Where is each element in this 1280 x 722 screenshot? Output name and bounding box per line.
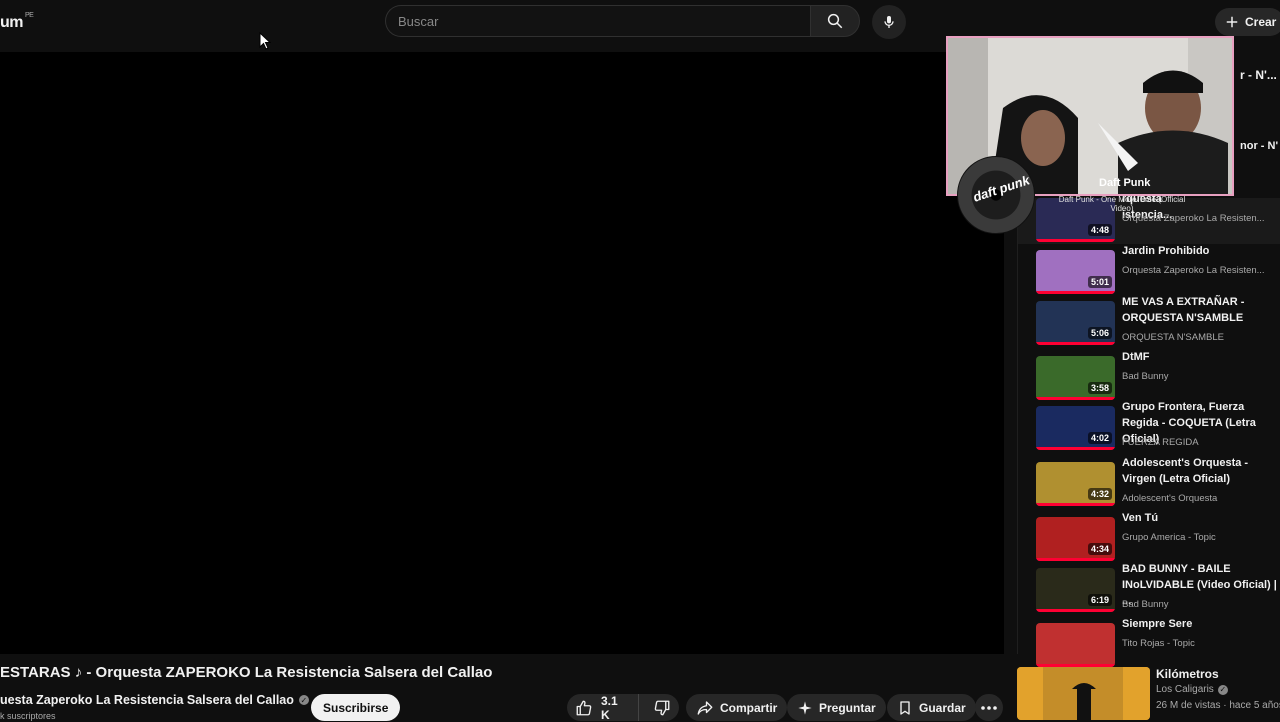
recommendation-channel: Grupo America - Topic xyxy=(1122,532,1216,543)
watch-progress-bar xyxy=(1036,291,1115,294)
recommendation-item[interactable]: 3:58 DtMF Bad Bunny xyxy=(1036,351,1280,402)
create-button[interactable]: Crear xyxy=(1215,8,1280,36)
logo-text: um xyxy=(0,14,24,31)
recommendation-item[interactable]: 6:19 BAD BUNNY - BAILE INoLVIDABLE (Video… xyxy=(1036,563,1280,614)
duration-badge: 5:06 xyxy=(1087,327,1112,339)
channel-name-text: uesta Zaperoko La Resistencia Salsera de… xyxy=(0,693,294,707)
recommendation-channel: Bad Bunny xyxy=(1122,599,1169,610)
save-label: Guardar xyxy=(919,700,966,715)
watch-progress-bar xyxy=(1036,503,1115,506)
video-player[interactable] xyxy=(0,52,1004,654)
next-video-channel-text: Los Caligaris xyxy=(1156,684,1214,695)
recommendation-channel: Bad Bunny xyxy=(1122,371,1169,382)
watch-progress-bar xyxy=(1036,558,1115,561)
recommendation-item[interactable]: 5:01 Jardin Prohibido Orquesta Zaperoko La… xyxy=(1036,245,1280,296)
share-label: Compartir xyxy=(720,700,778,715)
watch-progress-bar xyxy=(1036,609,1115,612)
now-playing-artist: Daft Punk xyxy=(1099,177,1151,189)
channel-name[interactable]: uesta Zaperoko La Resistencia Salsera de… xyxy=(0,693,309,707)
dislike-button[interactable] xyxy=(645,694,679,721)
thumbs-down-icon xyxy=(653,699,671,717)
recommendation-title: Siempre Sere xyxy=(1122,618,1193,630)
duration-badge: 4:32 xyxy=(1087,488,1112,500)
watch-progress-bar xyxy=(1036,447,1115,450)
next-video-meta: 26 M de vistas · hace 5 años xyxy=(1156,700,1280,711)
ask-label: Preguntar xyxy=(819,700,876,715)
recommendation-title: Jardin Prohibido xyxy=(1122,245,1210,257)
ask-button[interactable]: Preguntar xyxy=(787,694,886,721)
duration-badge: 3:58 xyxy=(1087,382,1112,394)
next-video-channel: Los Caligaris ✓ xyxy=(1156,684,1228,695)
thumbs-up-icon xyxy=(575,699,593,717)
like-button[interactable]: 3.1 K xyxy=(567,693,639,722)
video-thumbnail[interactable]: 5:01 xyxy=(1036,250,1115,294)
watch-progress-bar xyxy=(1036,397,1115,400)
youtube-logo[interactable]: um PE xyxy=(0,12,34,32)
now-playing-song: Daft Punk - One More Time (Official Vide… xyxy=(1058,195,1186,213)
duration-badge: 4:34 xyxy=(1087,543,1112,555)
recommendation-item[interactable]: 4:02 Grupo Frontera, Fuerza Regida - COQU… xyxy=(1036,401,1280,452)
share-button[interactable]: Compartir xyxy=(686,694,788,721)
video-thumbnail[interactable]: 3:58 xyxy=(1036,356,1115,400)
more-actions-button[interactable] xyxy=(975,694,1003,721)
video-thumbnail[interactable]: 6:19 xyxy=(1036,568,1115,612)
duration-badge: 6:19 xyxy=(1087,594,1112,606)
save-button[interactable]: Guardar xyxy=(887,694,976,721)
bookmark-icon xyxy=(897,699,913,717)
recommendation-title: DtMF xyxy=(1122,351,1150,363)
next-video-thumbnail[interactable] xyxy=(1017,667,1150,720)
recommendation-item[interactable]: Siempre Sere Tito Rojas - Topic xyxy=(1036,618,1280,669)
next-video-card[interactable]: Kilómetros Los Caligaris ✓ 26 M de vistas… xyxy=(1017,664,1280,720)
sparkle-icon xyxy=(797,700,813,716)
video-thumbnail[interactable]: 4:34 xyxy=(1036,517,1115,561)
now-playing-overlay: daft punk Daft Punk Daft Punk - One More… xyxy=(953,152,1203,234)
search-button[interactable] xyxy=(810,5,860,37)
verified-icon: ✓ xyxy=(298,695,309,705)
search-box xyxy=(385,5,810,37)
recommendation-title: ME VAS A EXTRAÑAR - ORQUESTA N'SAMBLE xyxy=(1122,296,1245,324)
video-thumbnail[interactable]: 4:02 xyxy=(1036,406,1115,450)
video-thumbnail[interactable] xyxy=(1036,623,1115,667)
recommendation-channel: Adolescent's Orquesta xyxy=(1122,493,1218,504)
duration-badge: 5:01 xyxy=(1087,276,1112,288)
create-label: Crear xyxy=(1245,15,1277,29)
recommendation-channel: FUERZA REGIDA xyxy=(1122,437,1199,448)
like-dislike-group: 3.1 K xyxy=(567,693,679,722)
vinyl-disc-icon: daft punk xyxy=(957,156,1035,234)
mouse-cursor-icon xyxy=(259,31,272,55)
video-thumbnail[interactable]: 4:32 xyxy=(1036,462,1115,506)
recommendation-item[interactable]: 4:34 Ven Tú Grupo America - Topic xyxy=(1036,512,1280,563)
duration-badge: 4:02 xyxy=(1087,432,1112,444)
more-horizontal-icon xyxy=(981,705,997,711)
logo-country: PE xyxy=(25,12,34,19)
recommendation-title: Adolescent's Orquesta - Virgen (Letra Of… xyxy=(1122,457,1249,485)
playlist-title[interactable]: r - N'... xyxy=(1240,68,1277,82)
watch-progress-bar xyxy=(1036,239,1115,242)
playlist-subtitle: nor - N' xyxy=(1240,140,1279,152)
recommendation-item[interactable]: 5:06 ME VAS A EXTRAÑAR - ORQUESTA N'SAMBL… xyxy=(1036,296,1280,347)
search-input[interactable] xyxy=(386,6,788,36)
voice-search-button[interactable] xyxy=(872,5,906,39)
recommendation-title: Ven Tú xyxy=(1122,512,1159,524)
next-video-title: Kilómetros xyxy=(1156,667,1219,681)
video-thumbnail[interactable]: 5:06 xyxy=(1036,301,1115,345)
watch-progress-bar xyxy=(1036,342,1115,345)
disc-label: daft punk xyxy=(971,172,1032,205)
share-icon xyxy=(696,699,714,717)
microphone-icon xyxy=(881,13,897,31)
search-icon xyxy=(826,12,844,30)
verified-icon: ✓ xyxy=(1217,684,1228,695)
recommendation-channel: ORQUESTA N'SAMBLE xyxy=(1122,332,1224,343)
like-count: 3.1 K xyxy=(601,693,618,722)
recommendation-item[interactable]: 4:32 Adolescent's Orquesta - Virgen (Letr… xyxy=(1036,457,1280,508)
plus-icon xyxy=(1225,15,1239,29)
subscribe-button[interactable]: Suscribirse xyxy=(311,694,401,721)
video-title: ESTARAS ♪ - Orquesta ZAPEROKO La Resiste… xyxy=(0,664,493,681)
recommendation-channel: Orquesta Zaperoko La Resisten... xyxy=(1122,265,1265,276)
recommendation-channel: Tito Rojas - Topic xyxy=(1122,638,1195,649)
